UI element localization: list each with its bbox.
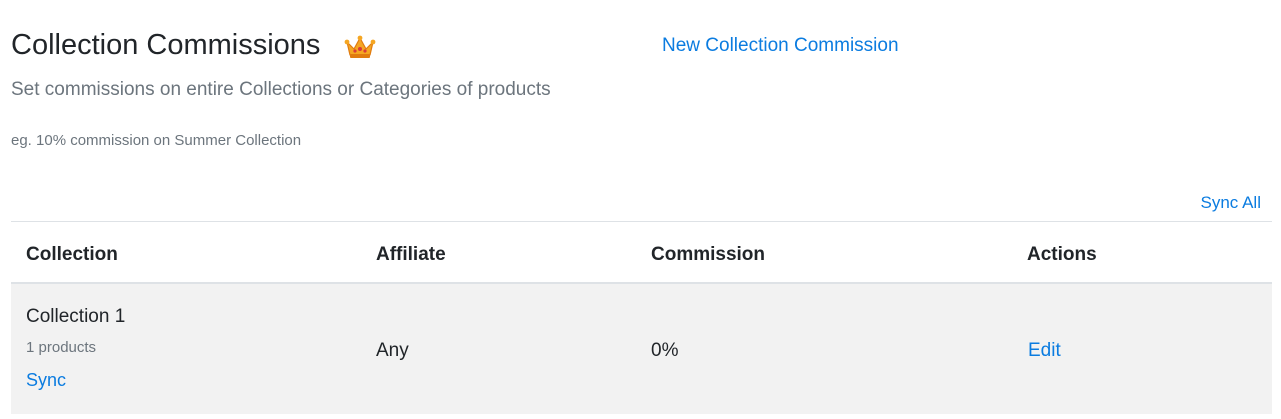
crown-icon bbox=[344, 35, 376, 58]
collections-table: Collection Affiliate Commission Actions … bbox=[11, 221, 1272, 414]
collection-commissions-page: Collection Commissions New Collection Co… bbox=[0, 0, 1281, 419]
column-header-collection: Collection bbox=[26, 244, 118, 265]
column-header-commission: Commission bbox=[651, 244, 766, 265]
collection-name: Collection 1 bbox=[26, 306, 126, 327]
table-header: Collection Affiliate Commission Actions bbox=[11, 222, 1272, 284]
example-text: eg. 10% commission on Summer Collection bbox=[11, 132, 302, 149]
edit-link[interactable]: Edit bbox=[1028, 339, 1061, 363]
column-header-affiliate: Affiliate bbox=[376, 244, 446, 265]
table-row: Collection 1 1 products Sync Any 0% Edit bbox=[11, 284, 1272, 414]
new-collection-commission-link[interactable]: New Collection Commission bbox=[662, 33, 899, 59]
page-subtitle: Set commissions on entire Collections or… bbox=[11, 79, 551, 100]
sync-all-link[interactable]: Sync All bbox=[1201, 192, 1261, 214]
column-header-actions: Actions bbox=[1027, 244, 1097, 265]
commission-value: 0% bbox=[651, 340, 679, 361]
affiliate-value: Any bbox=[376, 340, 409, 361]
collection-product-count: 1 products bbox=[26, 339, 97, 356]
sync-link[interactable]: Sync bbox=[26, 369, 66, 391]
page-title: Collection Commissions bbox=[11, 29, 321, 61]
